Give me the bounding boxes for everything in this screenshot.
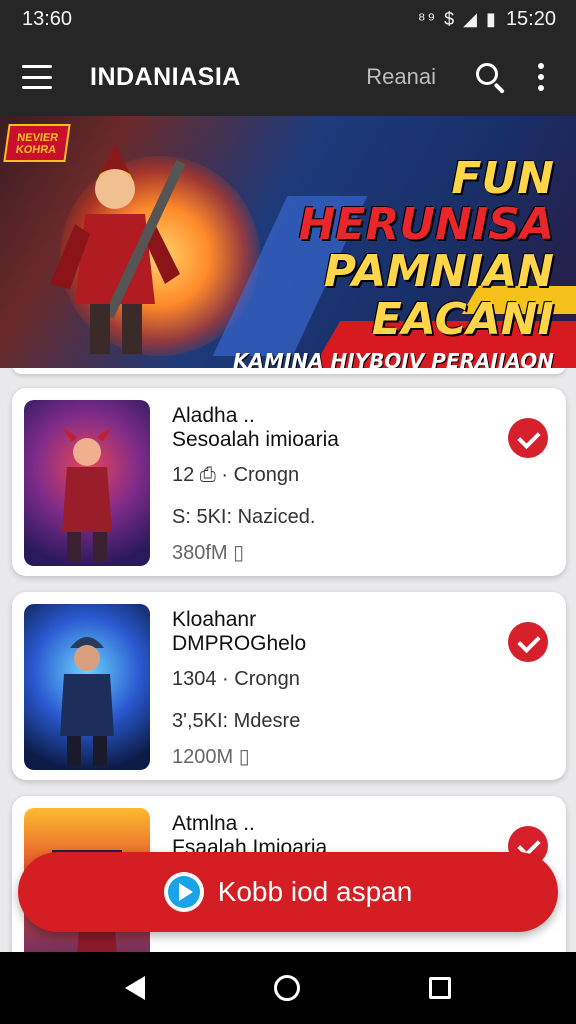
back-icon[interactable] <box>124 976 145 1000</box>
card-stub <box>12 368 566 374</box>
banner-headline-word2: HERUNISA <box>298 199 554 250</box>
game-meta-1: 1304 · Crongn <box>172 668 300 690</box>
game-card[interactable]: Kloahanr DMPROGhelo 1304 · Crongn 3',5KI… <box>12 592 566 780</box>
banner-headline: FUN HERUNISA PAMNIAN EACANI KAMINA HIYBO… <box>214 153 554 369</box>
banner-headline-line2: PAMNIAN EACANI <box>323 246 554 345</box>
status-time-right: 15:20 <box>505 7 556 30</box>
app-title: INDANIASIA <box>90 62 241 91</box>
game-title-line1: Aladha .. <box>172 404 255 427</box>
cta-label: Kobb iod aspan <box>217 876 413 907</box>
game-title-line2: DMPROGhelo <box>172 632 307 655</box>
promo-banner[interactable]: NEVIER KOHRA FUN HERUNISA PAMNIAN EACANI… <box>0 116 576 368</box>
game-thumbnail[interactable] <box>24 604 150 770</box>
game-title-line1: Kloahanr <box>172 608 257 631</box>
game-title-line2: Sesoalah imioaria <box>172 428 339 451</box>
game-thumbnail-figure <box>62 427 112 562</box>
game-card[interactable]: Aladha .. Sesoalah imioaria 12 ⎙ · Crong… <box>12 388 566 576</box>
game-title-line1: Atmlna .. <box>172 812 255 835</box>
game-meta-3: 380fM ▯ <box>172 542 245 564</box>
status-bar: 13:60 ⁸⁹ $ ◢ ▮ 15:20 <box>0 0 576 38</box>
game-meta-2: 3',5KI: Mdesre <box>172 710 301 732</box>
game-meta-3: 1200M ▯ <box>172 746 250 768</box>
play-icon <box>163 872 204 912</box>
installed-check-icon[interactable] <box>508 622 548 662</box>
status-icons: ⁸⁹ $ ◢ ▮ <box>417 8 498 29</box>
installed-check-icon[interactable] <box>508 418 548 458</box>
recent-apps-icon[interactable] <box>429 977 452 999</box>
game-thumbnail[interactable] <box>24 400 150 566</box>
search-icon[interactable] <box>474 61 506 94</box>
home-icon[interactable] <box>273 975 300 1001</box>
banner-headline-line3: KAMINA HIYBOIV PERAIIAON <box>233 349 554 368</box>
banner-badge: NEVIER KOHRA <box>3 124 71 162</box>
menu-icon[interactable] <box>22 65 52 89</box>
cta-button[interactable]: Kobb iod aspan <box>18 852 558 932</box>
banner-headline-word1: FUN <box>451 153 554 204</box>
search-text[interactable]: Reanai <box>366 64 436 90</box>
banner-hero-illustration <box>50 144 186 354</box>
game-meta-2: S: 5KI: Naziced. <box>172 506 316 528</box>
status-right: ⁸⁹ $ ◢ ▮ 15:20 <box>418 8 556 31</box>
system-nav-bar <box>0 952 576 1024</box>
game-meta-1: 12 ⎙ · Crongn <box>172 464 300 486</box>
game-thumbnail-figure <box>60 637 114 766</box>
app-bar: INDANIASIA Reanai <box>0 38 576 116</box>
status-time-left: 13:60 <box>22 7 73 30</box>
more-vert-icon[interactable] <box>536 63 546 91</box>
